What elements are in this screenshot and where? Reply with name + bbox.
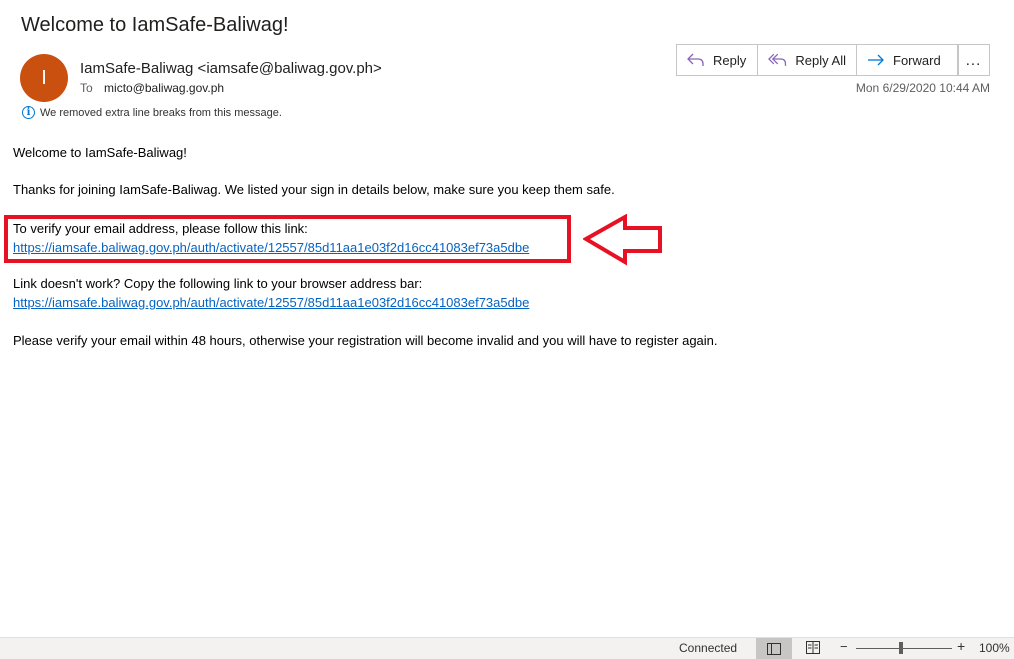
body-greeting: Welcome to IamSafe-Baliwag! (13, 145, 187, 160)
sender-avatar[interactable]: I (20, 54, 68, 102)
fallback-prompt: Link doesn't work? Copy the following li… (13, 276, 423, 291)
recipient-address[interactable]: micto@baliwag.gov.ph (104, 81, 224, 95)
more-actions-button[interactable]: ... (957, 44, 990, 76)
recipient-row: To micto@baliwag.gov.ph (80, 81, 224, 95)
zoom-in-button[interactable]: + (957, 638, 965, 654)
reply-all-label: Reply All (795, 52, 846, 68)
status-bar: Connected − + 100% (0, 637, 1014, 659)
info-text: We removed extra line breaks from this m… (40, 106, 282, 119)
reply-all-button[interactable]: Reply All (758, 45, 857, 75)
reply-label: Reply (713, 52, 747, 68)
to-label: To (80, 81, 93, 95)
connection-status: Connected (679, 641, 738, 655)
forward-label: Forward (893, 52, 941, 68)
zoom-level[interactable]: 100% (979, 641, 1010, 655)
zoom-out-button[interactable]: − (840, 639, 848, 654)
normal-view-icon (767, 642, 781, 655)
reading-view-icon (806, 641, 820, 654)
expiry-notice: Please verify your email within 48 hours… (13, 333, 718, 348)
reply-button[interactable]: Reply (677, 45, 758, 75)
highlight-box (4, 215, 571, 263)
reply-icon (687, 53, 704, 66)
forward-arrow-icon (868, 54, 884, 66)
info-bar: i We removed extra line breaks from this… (22, 106, 282, 119)
sender-name[interactable]: IamSafe-Baliwag <iamsafe@baliwag.gov.ph> (80, 60, 382, 77)
reading-view-button[interactable] (806, 641, 820, 657)
pointer-arrow-icon (583, 214, 662, 266)
message-subject: Welcome to IamSafe-Baliwag! (21, 14, 289, 36)
info-icon: i (22, 106, 35, 119)
more-icon: ... (965, 51, 982, 69)
forward-button[interactable]: Forward (857, 45, 958, 75)
message-timestamp: Mon 6/29/2020 10:44 AM (855, 81, 990, 95)
zoom-slider-thumb[interactable] (899, 642, 903, 654)
zoom-slider-track[interactable] (856, 648, 952, 649)
body-thanks: Thanks for joining IamSafe-Baliwag. We l… (13, 182, 615, 197)
message-actions: Reply Reply All Forward (676, 44, 959, 76)
normal-view-button[interactable] (756, 638, 792, 659)
fallback-link[interactable]: https://iamsafe.baliwag.gov.ph/auth/acti… (13, 295, 529, 310)
reply-all-icon (768, 53, 787, 66)
